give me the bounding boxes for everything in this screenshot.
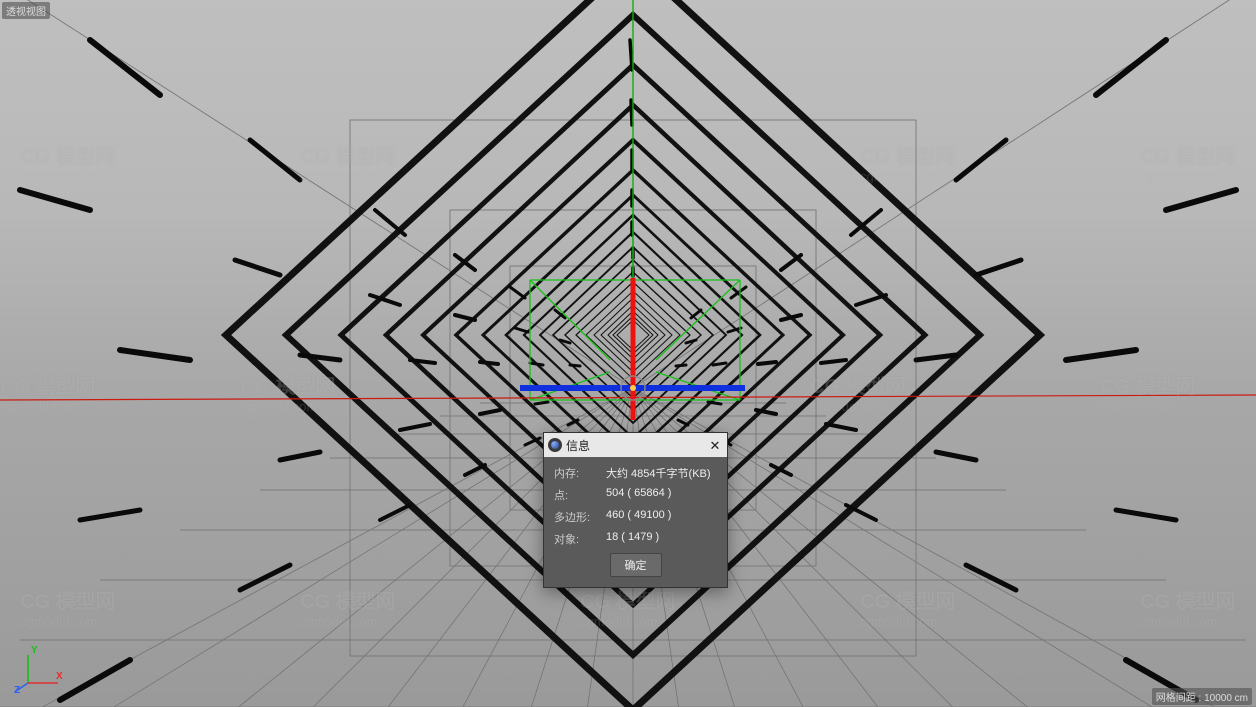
dialog-title-text: 信息 xyxy=(566,437,703,454)
dialog-titlebar[interactable]: 信息 ✕ xyxy=(544,433,727,457)
axis-gizmo: Y X Z xyxy=(14,643,64,693)
ok-button[interactable]: 确定 xyxy=(610,553,662,577)
svg-text:Z: Z xyxy=(14,685,20,693)
grid-spacing-label: 网格间距 : 10000 cm xyxy=(1152,688,1252,705)
polygons-value: 460 ( 49100 ) xyxy=(606,509,717,525)
points-value: 504 ( 65864 ) xyxy=(606,487,717,503)
points-label: 点: xyxy=(554,487,606,503)
perspective-viewport[interactable]: CG 模型网cgmodel.com CG 模型网cgmodel.com CG 模… xyxy=(0,0,1256,707)
app-icon xyxy=(548,438,562,452)
polygons-label: 多边形: xyxy=(554,509,606,525)
scene-canvas xyxy=(0,0,1256,707)
memory-value: 大约 4854千字节(KB) xyxy=(606,465,717,481)
svg-text:X: X xyxy=(56,671,63,682)
info-dialog: 信息 ✕ 内存: 大约 4854千字节(KB) 点: 504 ( 65864 )… xyxy=(543,432,728,588)
objects-value: 18 ( 1479 ) xyxy=(606,531,717,547)
close-button[interactable]: ✕ xyxy=(707,437,723,453)
viewport-label: 透视视图 xyxy=(2,2,50,19)
dialog-body: 内存: 大约 4854千字节(KB) 点: 504 ( 65864 ) 多边形:… xyxy=(544,457,727,587)
svg-text:Y: Y xyxy=(31,645,38,656)
memory-label: 内存: xyxy=(554,465,606,481)
objects-label: 对象: xyxy=(554,531,606,547)
